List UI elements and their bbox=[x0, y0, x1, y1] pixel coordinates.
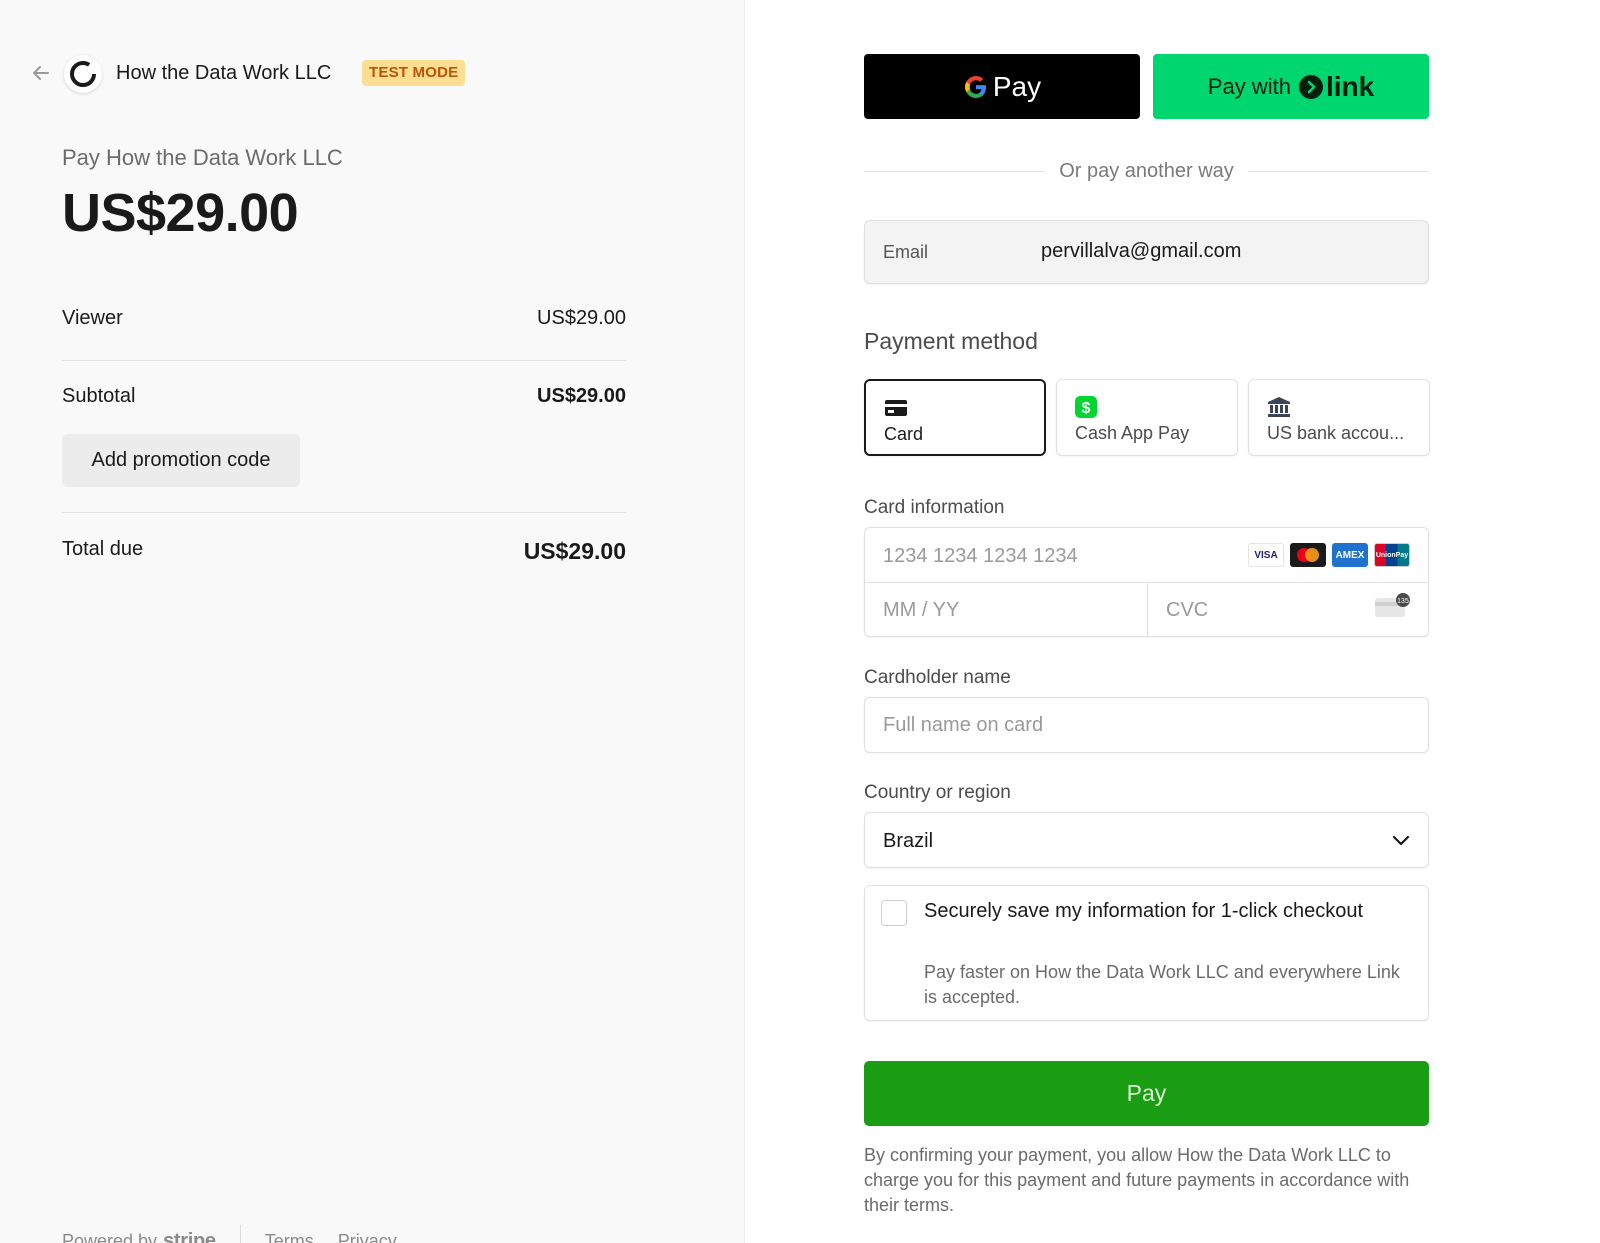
card-information-label: Card information bbox=[864, 497, 1005, 518]
link-arrow-icon bbox=[1298, 74, 1323, 99]
chevron-down-icon bbox=[1392, 835, 1410, 846]
card-brand-logos: VISA AMEX UnionPay bbox=[1248, 543, 1410, 567]
merchant-logo bbox=[64, 55, 102, 93]
expiry-input[interactable]: MM / YY bbox=[883, 599, 959, 622]
footer: Powered by stripe Terms Privacy bbox=[62, 1225, 421, 1243]
cardholder-name-input[interactable]: Full name on card bbox=[864, 697, 1429, 753]
card-field-divider bbox=[1147, 582, 1148, 637]
bank-icon bbox=[1268, 397, 1290, 417]
google-pay-button[interactable]: Pay bbox=[864, 54, 1140, 119]
email-value: pervillalva@gmail.com bbox=[1041, 240, 1242, 262]
tab-us-bank-account[interactable]: US bank accou... bbox=[1248, 379, 1430, 456]
pay-button[interactable]: Pay bbox=[864, 1061, 1429, 1126]
save-info-box: Securely save my information for 1-click… bbox=[864, 885, 1429, 1021]
stripe-logo[interactable]: stripe bbox=[163, 1230, 216, 1243]
cvc-card-icon: 135 bbox=[1375, 593, 1410, 617]
cvc-input[interactable]: CVC bbox=[1166, 599, 1208, 622]
pay-to-heading: Pay How the Data Work LLC bbox=[62, 145, 343, 170]
email-field[interactable]: Email pervillalva@gmail.com bbox=[864, 220, 1429, 284]
cvc-card-icon-text: 135 bbox=[1397, 598, 1409, 605]
powered-by-text: Powered by bbox=[62, 1230, 158, 1243]
country-select[interactable]: Brazil bbox=[864, 812, 1429, 868]
tab-us-bank-account-label: US bank accou... bbox=[1267, 423, 1405, 443]
link-prefix: Pay with bbox=[1207, 73, 1291, 99]
card-information-group: 1234 1234 1234 1234 VISA AMEX UnionPay M… bbox=[864, 527, 1429, 637]
tab-card-label: Card bbox=[884, 424, 924, 444]
pay-with-link-button[interactable]: Pay with link bbox=[1153, 54, 1429, 119]
separator-line bbox=[864, 171, 1046, 172]
tab-cash-app-pay-label: Cash App Pay bbox=[1075, 423, 1190, 443]
visa-icon: VISA bbox=[1248, 543, 1284, 567]
total-label: Total due bbox=[62, 538, 144, 560]
terms-link[interactable]: Terms bbox=[265, 1231, 314, 1243]
footer-divider bbox=[239, 1225, 241, 1243]
back-arrow-icon[interactable] bbox=[30, 62, 52, 84]
total-amount: US$29.00 bbox=[62, 183, 299, 243]
total-row: Total due US$29.00 bbox=[62, 538, 626, 565]
cardholder-name-label: Cardholder name bbox=[864, 667, 1011, 688]
subtotal-label: Subtotal bbox=[62, 385, 136, 407]
save-info-checkbox[interactable] bbox=[881, 900, 907, 926]
unionpay-icon: UnionPay bbox=[1374, 543, 1410, 567]
card-icon bbox=[885, 400, 907, 416]
payment-method-title: Payment method bbox=[864, 328, 1038, 354]
line-item-label: Viewer bbox=[62, 307, 123, 329]
google-pay-label: Pay bbox=[992, 70, 1042, 102]
tab-cash-app-pay[interactable]: $ Cash App Pay bbox=[1056, 379, 1238, 456]
divider bbox=[62, 512, 626, 513]
test-mode-badge: TEST MODE bbox=[362, 60, 466, 86]
tab-card[interactable]: Card bbox=[864, 379, 1046, 456]
email-label: Email bbox=[883, 242, 929, 262]
divider bbox=[62, 360, 626, 361]
card-number-input[interactable]: 1234 1234 1234 1234 bbox=[883, 545, 1078, 568]
cardholder-name-placeholder: Full name on card bbox=[883, 714, 1044, 736]
subtotal-row: Subtotal US$29.00 bbox=[62, 385, 626, 408]
save-info-description: Pay faster on How the Data Work LLC and … bbox=[924, 962, 1400, 1007]
amex-icon: AMEX bbox=[1332, 543, 1368, 567]
country-value: Brazil bbox=[883, 830, 934, 852]
cash-app-icon: $ bbox=[1075, 396, 1097, 418]
line-item-value: US$29.00 bbox=[537, 307, 626, 329]
merchant-name: How the Data Work LLC bbox=[116, 62, 332, 84]
line-item: Viewer US$29.00 bbox=[62, 307, 626, 330]
link-wordmark: link bbox=[1325, 70, 1375, 102]
order-summary-panel: How the Data Work LLC TEST MODE Pay How … bbox=[0, 0, 745, 1243]
svg-text:$: $ bbox=[1082, 400, 1091, 417]
google-g-icon bbox=[964, 75, 986, 98]
or-separator: Or pay another way bbox=[864, 160, 1429, 183]
or-separator-text: Or pay another way bbox=[1059, 160, 1234, 182]
privacy-link[interactable]: Privacy bbox=[338, 1231, 397, 1243]
legal-text: By confirming your payment, you allow Ho… bbox=[864, 1145, 1410, 1215]
country-label: Country or region bbox=[864, 782, 1011, 803]
total-value: US$29.00 bbox=[523, 538, 626, 564]
save-info-title: Securely save my information for 1-click… bbox=[924, 900, 1364, 922]
add-promotion-code-button[interactable]: Add promotion code bbox=[62, 434, 300, 487]
subtotal-value: US$29.00 bbox=[537, 385, 626, 407]
mastercard-icon bbox=[1290, 543, 1326, 567]
separator-line bbox=[1247, 171, 1429, 172]
